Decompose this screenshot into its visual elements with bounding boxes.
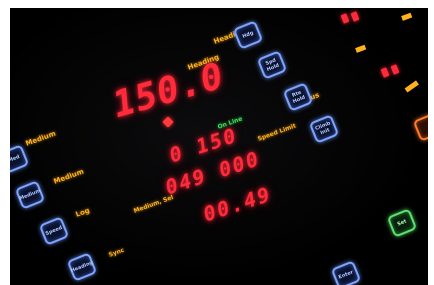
button-enter[interactable]: Enter: [330, 260, 362, 285]
button-set[interactable]: Set: [386, 208, 418, 238]
button-spd-hold[interactable]: Spd Hold: [256, 50, 288, 80]
button-heading[interactable]: Heading: [66, 252, 98, 282]
red-indicator-3: [380, 67, 390, 78]
label-medium-left: Medium: [24, 129, 57, 148]
main-display: 150.0: [108, 55, 229, 127]
button-speed[interactable]: Speed: [38, 216, 70, 246]
button-medium[interactable]: Medium: [14, 180, 46, 210]
button-med[interactable]: Med: [10, 144, 30, 174]
label-right-3: [404, 80, 419, 93]
photo-frame: 150.0 0 150 049 000 00.49 Heading Headin…: [0, 0, 434, 285]
label-medium-sel: Medium, Sel: [132, 193, 175, 215]
small-display: 00.49: [200, 181, 275, 227]
label-right-1: [355, 44, 367, 53]
label-medium-mid: Medium: [52, 167, 85, 186]
red-diamond-indicator: [162, 116, 174, 128]
red-indicator-4: [390, 64, 400, 75]
label-sync: Sync: [107, 246, 126, 259]
label-log: Log: [74, 206, 91, 219]
panel-content: 150.0 0 150 049 000 00.49 Heading Headin…: [10, 8, 428, 285]
label-right-2: [401, 12, 413, 21]
red-indicator-1: [340, 13, 350, 24]
button-hdg[interactable]: Hdg: [232, 20, 264, 50]
label-speed-limit: Speed Limit: [256, 122, 297, 143]
red-indicator-2: [350, 11, 360, 22]
button-rte-hold[interactable]: Rte Hold: [282, 82, 314, 112]
cockpit-panel: 150.0 0 150 049 000 00.49 Heading Headin…: [10, 8, 428, 285]
button-orange[interactable]: [412, 112, 428, 142]
button-climb-init[interactable]: Climb Init: [308, 114, 340, 144]
